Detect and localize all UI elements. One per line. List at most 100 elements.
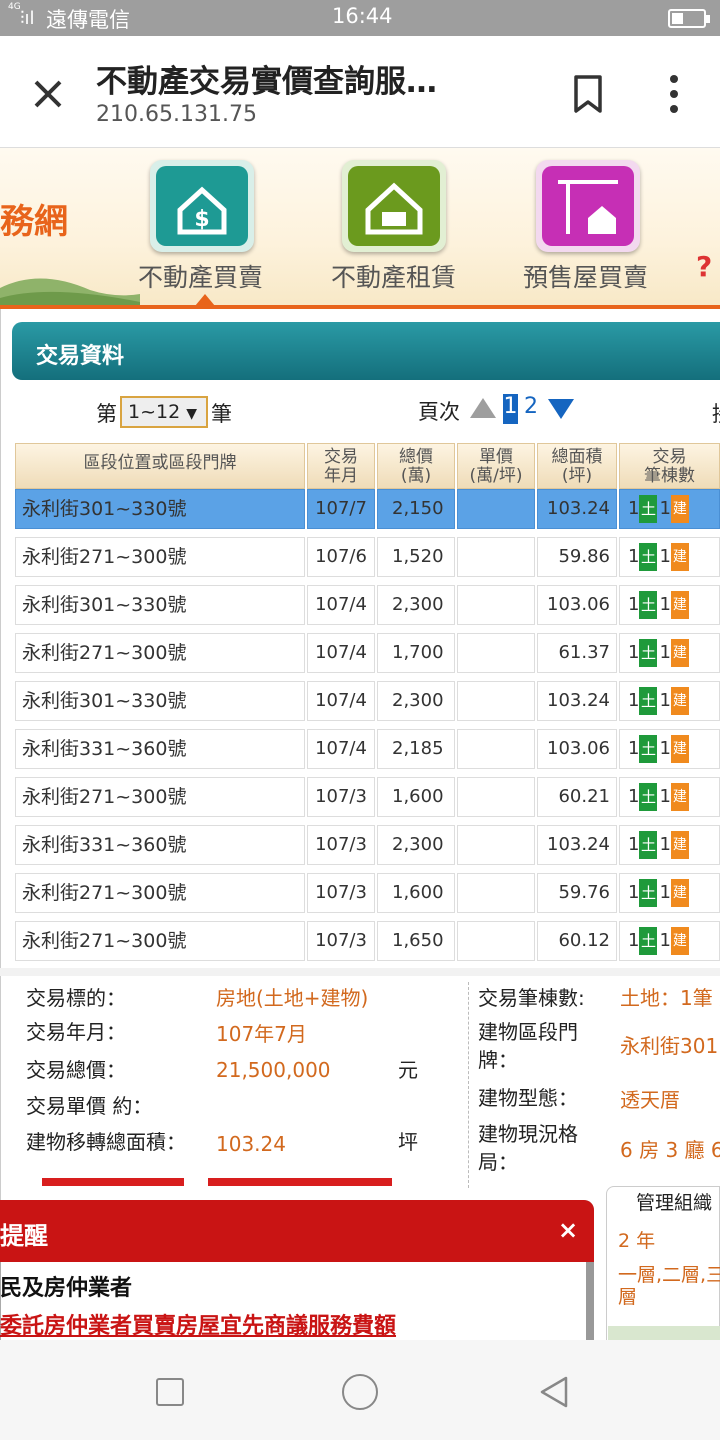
cell-yearmonth[interactable]: 107/3	[307, 873, 375, 913]
cell-unitprice[interactable]	[457, 585, 535, 625]
cell-total[interactable]: 2,300	[377, 681, 455, 721]
cell-counts[interactable]: 1土 1 建	[619, 489, 720, 529]
land-badge: 土	[639, 591, 658, 619]
cell-total[interactable]: 1,600	[377, 777, 455, 817]
page-down-icon[interactable]	[548, 399, 574, 419]
page-1-link[interactable]: 1	[503, 394, 518, 424]
cell-counts[interactable]: 1土 1 建	[619, 681, 720, 721]
land-count: 1	[628, 738, 640, 759]
land-count: 1	[628, 642, 640, 663]
cell-total[interactable]: 2,300	[377, 585, 455, 625]
cell-address[interactable]: 永利街301~330號	[15, 681, 305, 721]
cell-area[interactable]: 60.12	[537, 921, 617, 961]
cell-total[interactable]: 2,150	[377, 489, 455, 529]
nav-presale-label[interactable]: 預售屋買賣	[523, 258, 648, 294]
nav-sale-button[interactable]: $	[150, 160, 254, 252]
bookmark-icon[interactable]	[572, 74, 604, 114]
page-up-icon[interactable]	[470, 398, 496, 418]
nav-rent-button[interactable]	[342, 160, 446, 252]
cell-unitprice[interactable]	[457, 537, 535, 577]
col-header-unit[interactable]: 單價 (萬/坪)	[457, 443, 535, 489]
building-count: 1	[659, 498, 671, 519]
cell-counts[interactable]: 1土 1 建	[619, 777, 720, 817]
cell-address[interactable]: 永利街271~300號	[15, 777, 305, 817]
detail-label-type: 建物型態：	[478, 1086, 578, 1110]
recents-icon[interactable]	[156, 1378, 184, 1406]
cell-address[interactable]: 永利街331~360號	[15, 825, 305, 865]
cell-unitprice[interactable]	[457, 633, 535, 673]
cell-counts[interactable]: 1土 1 建	[619, 873, 720, 913]
cell-counts[interactable]: 1土 1 建	[619, 825, 720, 865]
cell-unitprice[interactable]	[457, 873, 535, 913]
cell-area[interactable]: 103.24	[537, 489, 617, 529]
col-header-count[interactable]: 交易 筆棟數	[619, 443, 720, 489]
cell-total[interactable]: 1,600	[377, 873, 455, 913]
cell-area[interactable]: 103.06	[537, 729, 617, 769]
page-url[interactable]: 210.65.131.75	[96, 102, 257, 127]
cell-address[interactable]: 永利街271~300號	[15, 537, 305, 577]
col-header-yearmonth[interactable]: 交易 年月	[307, 443, 375, 489]
cell-counts[interactable]: 1土 1 建	[619, 537, 720, 577]
cell-address[interactable]: 永利街301~330號	[15, 489, 305, 529]
close-icon[interactable]	[28, 74, 68, 114]
cell-unitprice[interactable]	[457, 489, 535, 529]
cell-yearmonth[interactable]: 107/3	[307, 825, 375, 865]
cell-address[interactable]: 永利街271~300號	[15, 921, 305, 961]
cell-address[interactable]: 永利街271~300號	[15, 633, 305, 673]
site-logo[interactable]: 務網	[0, 194, 68, 243]
cell-area[interactable]: 59.76	[537, 873, 617, 913]
cell-counts[interactable]: 1土 1 建	[619, 921, 720, 961]
dialog-scrollbar[interactable]	[586, 1262, 594, 1342]
nav-rent-label[interactable]: 不動產租賃	[331, 258, 456, 294]
nav-presale-button[interactable]	[536, 160, 640, 252]
close-icon[interactable]: ×	[558, 1216, 578, 1244]
nav-sale-label[interactable]: 不動產買賣	[138, 258, 263, 294]
cell-counts[interactable]: 1土 1 建	[619, 585, 720, 625]
cell-yearmonth[interactable]: 107/4	[307, 585, 375, 625]
cell-yearmonth[interactable]: 107/7	[307, 489, 375, 529]
col-header-area[interactable]: 總面積 (坪)	[537, 443, 617, 489]
detail-value-layout: 6 房 3 廳 6	[620, 1138, 720, 1162]
records-range-select[interactable]: 1~12 ▼	[120, 396, 208, 428]
cell-yearmonth[interactable]: 107/4	[307, 633, 375, 673]
cell-counts[interactable]: 1土 1 建	[619, 633, 720, 673]
col-header-address[interactable]: 區段位置或區段門牌	[15, 443, 305, 489]
cell-yearmonth[interactable]: 107/6	[307, 537, 375, 577]
cell-total[interactable]: 1,700	[377, 633, 455, 673]
cell-area[interactable]: 61.37	[537, 633, 617, 673]
cell-unitprice[interactable]	[457, 921, 535, 961]
cell-area[interactable]: 103.24	[537, 825, 617, 865]
cell-total[interactable]: 2,185	[377, 729, 455, 769]
land-badge: 土	[639, 831, 658, 859]
action-button-left[interactable]	[42, 1178, 184, 1186]
cell-unitprice[interactable]	[457, 729, 535, 769]
land-count: 1	[628, 546, 640, 567]
page-2-link[interactable]: 2	[524, 394, 538, 419]
cell-unitprice[interactable]	[457, 777, 535, 817]
cell-yearmonth[interactable]: 107/3	[307, 777, 375, 817]
cell-area[interactable]: 103.06	[537, 585, 617, 625]
cell-total[interactable]: 1,520	[377, 537, 455, 577]
home-icon[interactable]	[342, 1374, 378, 1410]
cell-unitprice[interactable]	[457, 681, 535, 721]
cell-area[interactable]: 60.21	[537, 777, 617, 817]
action-button-right[interactable]	[208, 1178, 392, 1186]
cell-area[interactable]: 59.86	[537, 537, 617, 577]
cell-address[interactable]: 永利街301~330號	[15, 585, 305, 625]
more-vert-icon[interactable]	[660, 72, 688, 116]
cell-unitprice[interactable]	[457, 825, 535, 865]
help-icon[interactable]: ?	[696, 250, 712, 283]
back-icon[interactable]	[536, 1374, 572, 1410]
cell-total[interactable]: 2,300	[377, 825, 455, 865]
cell-area[interactable]: 103.24	[537, 681, 617, 721]
cell-address[interactable]: 永利街331~360號	[15, 729, 305, 769]
cell-yearmonth[interactable]: 107/4	[307, 681, 375, 721]
col-header-total[interactable]: 總價 (萬)	[377, 443, 455, 489]
cell-yearmonth[interactable]: 107/3	[307, 921, 375, 961]
cell-address[interactable]: 永利街271~300號	[15, 873, 305, 913]
cell-total[interactable]: 1,650	[377, 921, 455, 961]
reminder-link-fee[interactable]: 委託房仲業者買賣房屋宜先商議服務費額	[0, 1308, 396, 1340]
cell-yearmonth[interactable]: 107/4	[307, 729, 375, 769]
cell-counts[interactable]: 1土 1 建	[619, 729, 720, 769]
building-count: 1	[659, 594, 671, 615]
